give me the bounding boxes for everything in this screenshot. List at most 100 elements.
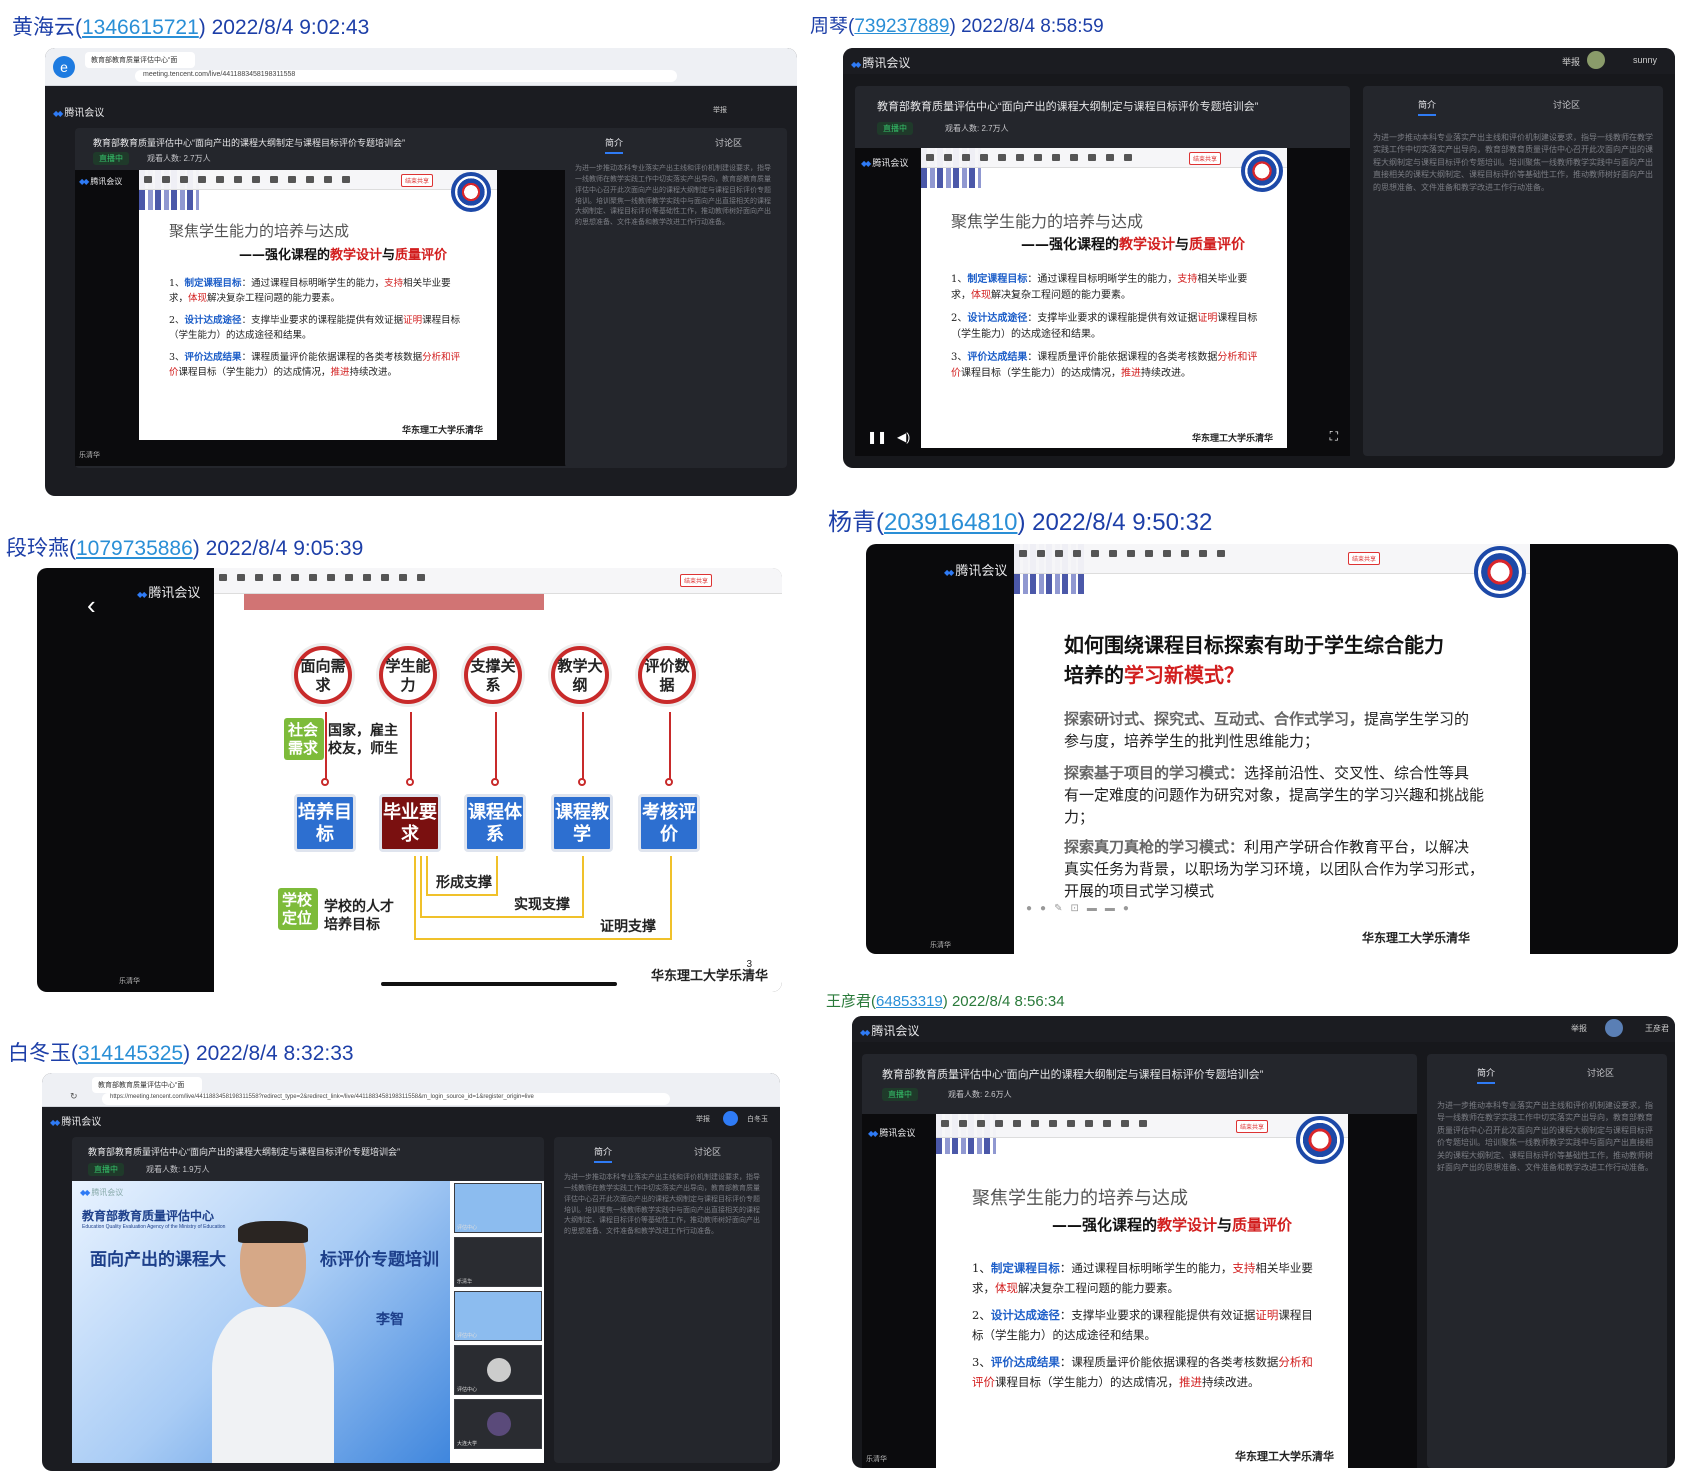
social-need-note: 国家，雇主 校友，师生 — [328, 723, 398, 757]
tencent-meeting-logo-icon: 腾讯会议 — [861, 156, 908, 169]
tab-intro[interactable]: 简介 — [605, 136, 624, 154]
speaker-camera: 腾讯会议 教育部教育质量评估中心 Education Quality Evalu… — [72, 1181, 450, 1463]
video-player[interactable]: 腾讯会议 结束共享 聚焦学生能力的培养与达成 ——强化课程的教学设计与质量评价 … — [855, 148, 1350, 456]
slide-point-1: 1、制定课程目标：通过课程目标明晰学生的能力，支持相关毕业要求，体现解决复杂工程… — [951, 274, 1248, 301]
banner-text-right: 标评价专题培训 — [320, 1250, 439, 1270]
live-status-badge: 直播中 — [88, 1163, 124, 1176]
event-title: 教育部教育质量评估中心“面向产出的课程大纲制定与课程目标评价专题培训会” — [877, 101, 1259, 113]
report-button[interactable]: 举报 — [696, 1114, 710, 1124]
user-name: 白冬玉 — [747, 1116, 768, 1123]
video-player[interactable]: 腾讯会议 教育部教育质量评估中心 Education Quality Evalu… — [72, 1181, 544, 1463]
screenshot-2: 腾讯会议 举报 sunny 教育部教育质量评估中心“面向产出的课程大纲制定与课程… — [843, 48, 1675, 468]
slide-point-2: 2、设计达成途径：支撑毕业要求的课程能提供有效证据证明课程目标（学生能力）的达成… — [951, 313, 1258, 340]
live-status-badge: 直播中 — [93, 152, 129, 165]
report-button[interactable]: 举报 — [1571, 1023, 1587, 1034]
participant-thumb[interactable]: 评估中心 — [454, 1291, 542, 1341]
participant-thumb[interactable]: 评估中心 — [454, 1345, 542, 1395]
post-uid-link[interactable]: 1079735886 — [76, 537, 193, 560]
tab-intro[interactable]: 简介 — [594, 1145, 613, 1163]
share-toolbar[interactable] — [1014, 544, 1530, 574]
post-time: 2022/8/4 9:50:32 — [1032, 509, 1213, 536]
home-indicator — [381, 982, 617, 986]
participant-thumb[interactable]: 乐清华 — [454, 1237, 542, 1287]
university-seal-icon — [1474, 546, 1526, 598]
speaker-person — [212, 1221, 334, 1463]
mode-item-2: 探索基于项目的学习模式：选择前沿性、交叉性、综合性等具有一定难度的问题作为研究对… — [1064, 764, 1485, 826]
report-button[interactable]: 举报 — [1562, 55, 1580, 68]
tab-discussion[interactable]: 讨论区 — [694, 1145, 721, 1158]
shared-slide: 结束共享 聚焦学生能力的培养与达成 ——强化课程的教学设计与质量评价 1、制定课… — [139, 170, 497, 440]
slide-point-1: 1、制定课程目标：通过课程目标明晰学生的能力，支持相关毕业要求，体现解决复杂工程… — [972, 1261, 1313, 1295]
end-share-button[interactable]: 结束共享 — [679, 574, 712, 587]
org-logo: 教育部教育质量评估中心 Education Quality Evaluation… — [82, 1209, 226, 1230]
browser-logo-icon: e — [53, 56, 75, 78]
end-share-button[interactable]: 结束共享 — [1347, 552, 1380, 565]
post-time: 2022/8/4 8:32:33 — [195, 1042, 354, 1065]
post-caption-6: 白冬玉(314145325) 2022/8/4 8:32:33 — [8, 1042, 354, 1065]
tab-discussion[interactable]: 讨论区 — [715, 136, 742, 149]
address-bar[interactable]: meeting.tencent.com/live/441188345819831… — [135, 70, 677, 82]
tab-intro[interactable]: 简介 — [1477, 1066, 1496, 1084]
user-name: sunny — [1632, 55, 1657, 65]
report-button[interactable]: 举报 — [713, 105, 727, 115]
post-uid-link[interactable]: 64853319 — [876, 993, 943, 1010]
post-author: 王彦君 — [826, 993, 872, 1010]
avatar-icon[interactable] — [1587, 51, 1605, 69]
flow-node-ability: 学生能力 — [379, 646, 437, 704]
video-player[interactable]: 腾讯会议 结束共享 聚焦学生能力的培养与达成 ——强化课程的教学设计与质量评价 … — [75, 170, 590, 466]
post-author: 杨青 — [828, 509, 876, 536]
flow-node-need: 面向需求 — [294, 646, 352, 704]
tab-discussion[interactable]: 讨论区 — [1553, 98, 1580, 111]
post-uid-link[interactable]: 739237889 — [854, 16, 949, 37]
fullscreen-icon[interactable]: ⛶ — [1330, 429, 1338, 444]
avatar-icon — [487, 1412, 511, 1436]
side-panel: 简介 讨论区 为进一步推动本科专业落实产出主线和评价机制建设要求，指导一线教师在… — [1363, 86, 1663, 456]
university-seal-icon — [451, 172, 491, 212]
post-uid-link[interactable]: 2039164810 — [884, 509, 1017, 536]
slide-subtitle: ——强化课程的教学设计与质量评价 — [1021, 237, 1245, 253]
video-player[interactable]: 腾讯会议 结束共享 聚焦学生能力的培养与达成 ——强化课程的教学设计与质量评价 … — [862, 1114, 1417, 1468]
presenter-name: 乐清华 — [119, 978, 140, 985]
share-toolbar[interactable] — [936, 1114, 1348, 1138]
event-description: 为进一步推动本科专业落实产出主线和评价机制建设要求，指导一线教师在教学实践工作中… — [564, 1174, 760, 1236]
slide-banner — [244, 594, 544, 610]
end-share-button[interactable]: 结束共享 — [400, 174, 433, 187]
annotation-toolbar[interactable]: ●●✎⊡▬▬● — [1026, 903, 1137, 914]
university-seal-icon — [1241, 150, 1283, 192]
post-uid-link[interactable]: 1346615721 — [82, 16, 199, 39]
participant-thumb[interactable]: 大连大学 — [454, 1399, 542, 1449]
avatar-icon[interactable] — [723, 1111, 738, 1126]
flow-box-assessment: 考核评价 — [638, 794, 700, 852]
support-label-1: 形成支撑 — [436, 875, 492, 891]
user-name: 王彦君 — [1645, 1024, 1669, 1033]
tab-intro[interactable]: 简介 — [1418, 98, 1437, 116]
connector-dot — [665, 778, 673, 786]
share-toolbar[interactable] — [139, 170, 497, 190]
slide-point-3: 3、评价达成结果：课程质量评价能依据课程的各类考核数据分析和评价课程目标（学生能… — [972, 1355, 1313, 1389]
avatar-icon[interactable] — [1605, 1019, 1623, 1037]
flow-box-requirement: 毕业要求 — [379, 794, 441, 852]
volume-icon[interactable]: ◀) — [897, 430, 910, 444]
meeting-topbar: 腾讯会议 举报 白冬玉 — [42, 1109, 780, 1129]
end-share-button[interactable]: 结束共享 — [1188, 152, 1221, 165]
connector-line — [669, 712, 671, 782]
browser-tab[interactable]: 教育部教育质量评估中心“面 — [85, 52, 195, 68]
connector-dot — [406, 778, 414, 786]
address-bar[interactable]: https://meeting.tencent.com/live/4411883… — [102, 1093, 670, 1105]
refresh-icon[interactable]: ↻ — [70, 1091, 78, 1102]
participant-thumb[interactable]: 评估中心 — [454, 1183, 542, 1233]
tab-discussion[interactable]: 讨论区 — [1587, 1066, 1614, 1079]
browser-tab[interactable]: 教育部教育质量评估中心“面 — [92, 1077, 202, 1093]
post-uid-link[interactable]: 314145325 — [78, 1042, 183, 1065]
shared-slide: 结束共享 聚焦学生能力的培养与达成 ——强化课程的教学设计与质量评价 1、制定课… — [936, 1114, 1348, 1468]
event-description: 为进一步推动本科专业落实产出主线和评价机制建设要求，指导一线教师在教学实践工作中… — [1437, 1101, 1653, 1172]
live-main-panel: 教育部教育质量评估中心“面向产出的课程大纲制定与课程目标评价专题培训会” 直播中… — [75, 128, 590, 468]
end-share-button[interactable]: 结束共享 — [1235, 1120, 1268, 1133]
banner-text-left: 面向产出的课程大 — [90, 1250, 226, 1270]
live-status-badge: 直播中 — [882, 1088, 918, 1101]
back-icon[interactable]: ‹ — [87, 590, 96, 621]
play-icon[interactable]: ❚❚ — [867, 430, 887, 444]
connector-dot — [578, 778, 586, 786]
share-toolbar[interactable] — [921, 148, 1287, 168]
post-time: 2022/8/4 9:02:43 — [211, 16, 370, 39]
